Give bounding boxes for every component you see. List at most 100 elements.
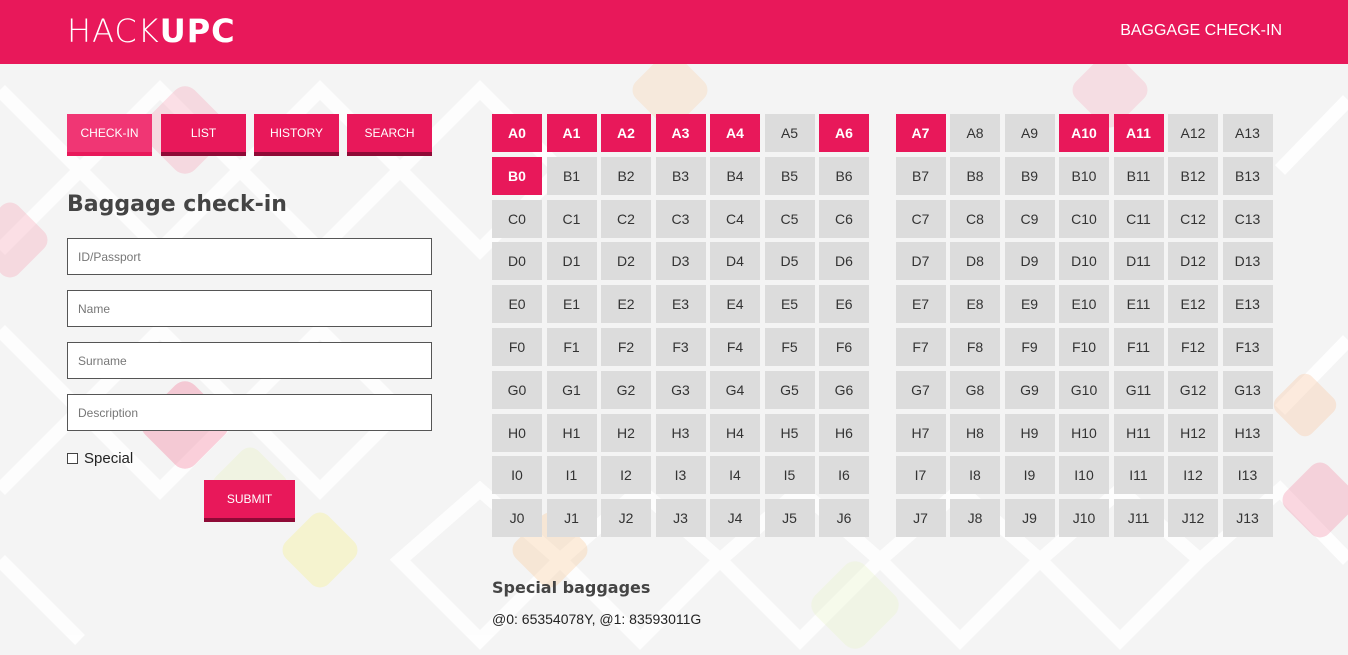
slot-a5[interactable]: A5 xyxy=(764,114,815,152)
hackupc-logo[interactable]: HACKUPC xyxy=(67,12,236,50)
slot-c6[interactable]: C6 xyxy=(819,199,869,238)
slot-g2[interactable]: G2 xyxy=(601,370,651,409)
slot-d2[interactable]: D2 xyxy=(601,242,651,281)
slot-e0[interactable]: E0 xyxy=(492,285,542,324)
slot-j3[interactable]: J3 xyxy=(655,499,706,538)
slot-e13[interactable]: E13 xyxy=(1222,285,1273,324)
slot-j11[interactable]: J11 xyxy=(1113,499,1164,538)
slot-g1[interactable]: G1 xyxy=(546,370,597,409)
slot-e9[interactable]: E9 xyxy=(1004,285,1055,324)
slot-b5[interactable]: B5 xyxy=(764,156,815,195)
name-input[interactable] xyxy=(67,290,432,327)
slot-j5[interactable]: J5 xyxy=(764,499,815,538)
slot-c11[interactable]: C11 xyxy=(1113,199,1164,238)
slot-e8[interactable]: E8 xyxy=(950,285,1000,324)
slot-f9[interactable]: F9 xyxy=(1004,328,1055,366)
tab-check-in[interactable]: CHECK-IN xyxy=(67,114,152,156)
slot-c1[interactable]: C1 xyxy=(546,199,597,238)
slot-i6[interactable]: I6 xyxy=(819,456,869,495)
slot-i3[interactable]: I3 xyxy=(655,456,706,495)
slot-e3[interactable]: E3 xyxy=(655,285,706,324)
slot-h1[interactable]: H1 xyxy=(546,413,597,452)
slot-h8[interactable]: H8 xyxy=(950,413,1000,452)
slot-e5[interactable]: E5 xyxy=(764,285,815,324)
slot-f8[interactable]: F8 xyxy=(950,328,1000,366)
slot-j2[interactable]: J2 xyxy=(601,499,651,538)
slot-g6[interactable]: G6 xyxy=(819,370,869,409)
slot-h13[interactable]: H13 xyxy=(1222,413,1273,452)
slot-e11[interactable]: E11 xyxy=(1113,285,1164,324)
slot-a9[interactable]: A9 xyxy=(1004,114,1055,152)
slot-i12[interactable]: I12 xyxy=(1168,456,1218,495)
slot-b0[interactable]: B0 xyxy=(492,156,542,195)
slot-j0[interactable]: J0 xyxy=(492,499,542,538)
slot-d6[interactable]: D6 xyxy=(819,242,869,281)
slot-d4[interactable]: D4 xyxy=(710,242,760,281)
slot-b4[interactable]: B4 xyxy=(710,156,760,195)
slot-c3[interactable]: C3 xyxy=(655,199,706,238)
slot-i1[interactable]: I1 xyxy=(546,456,597,495)
slot-g11[interactable]: G11 xyxy=(1113,370,1164,409)
slot-h10[interactable]: H10 xyxy=(1059,413,1109,452)
slot-i11[interactable]: I11 xyxy=(1113,456,1164,495)
slot-a2[interactable]: A2 xyxy=(601,114,651,152)
slot-b2[interactable]: B2 xyxy=(601,156,651,195)
slot-d1[interactable]: D1 xyxy=(546,242,597,281)
slot-f6[interactable]: F6 xyxy=(819,328,869,366)
slot-h9[interactable]: H9 xyxy=(1004,413,1055,452)
slot-d10[interactable]: D10 xyxy=(1059,242,1109,281)
slot-c12[interactable]: C12 xyxy=(1168,199,1218,238)
slot-e2[interactable]: E2 xyxy=(601,285,651,324)
slot-e6[interactable]: E6 xyxy=(819,285,869,324)
slot-f10[interactable]: F10 xyxy=(1059,328,1109,366)
slot-e10[interactable]: E10 xyxy=(1059,285,1109,324)
slot-j1[interactable]: J1 xyxy=(546,499,597,538)
slot-h5[interactable]: H5 xyxy=(764,413,815,452)
slot-a11[interactable]: A11 xyxy=(1113,114,1164,152)
slot-h7[interactable]: H7 xyxy=(895,413,946,452)
slot-g4[interactable]: G4 xyxy=(710,370,760,409)
slot-c9[interactable]: C9 xyxy=(1004,199,1055,238)
slot-e12[interactable]: E12 xyxy=(1168,285,1218,324)
id-passport-input[interactable] xyxy=(67,238,432,275)
slot-i8[interactable]: I8 xyxy=(950,456,1000,495)
slot-j6[interactable]: J6 xyxy=(819,499,869,538)
slot-f0[interactable]: F0 xyxy=(492,328,542,366)
slot-a7[interactable]: A7 xyxy=(895,114,946,152)
slot-a1[interactable]: A1 xyxy=(546,114,597,152)
slot-j9[interactable]: J9 xyxy=(1004,499,1055,538)
slot-a3[interactable]: A3 xyxy=(655,114,706,152)
slot-d8[interactable]: D8 xyxy=(950,242,1000,281)
slot-d5[interactable]: D5 xyxy=(764,242,815,281)
slot-b6[interactable]: B6 xyxy=(819,156,869,195)
slot-a12[interactable]: A12 xyxy=(1168,114,1218,152)
slot-f2[interactable]: F2 xyxy=(601,328,651,366)
slot-b10[interactable]: B10 xyxy=(1059,156,1109,195)
slot-b8[interactable]: B8 xyxy=(950,156,1000,195)
slot-h0[interactable]: H0 xyxy=(492,413,542,452)
tab-list[interactable]: LIST xyxy=(161,114,246,156)
slot-b9[interactable]: B9 xyxy=(1004,156,1055,195)
slot-e1[interactable]: E1 xyxy=(546,285,597,324)
slot-b3[interactable]: B3 xyxy=(655,156,706,195)
slot-d11[interactable]: D11 xyxy=(1113,242,1164,281)
slot-f5[interactable]: F5 xyxy=(764,328,815,366)
slot-g3[interactable]: G3 xyxy=(655,370,706,409)
slot-e7[interactable]: E7 xyxy=(895,285,946,324)
slot-c10[interactable]: C10 xyxy=(1059,199,1109,238)
slot-h11[interactable]: H11 xyxy=(1113,413,1164,452)
slot-g5[interactable]: G5 xyxy=(764,370,815,409)
slot-a0[interactable]: A0 xyxy=(492,114,542,152)
slot-b11[interactable]: B11 xyxy=(1113,156,1164,195)
slot-g10[interactable]: G10 xyxy=(1059,370,1109,409)
slot-g7[interactable]: G7 xyxy=(895,370,946,409)
slot-d7[interactable]: D7 xyxy=(895,242,946,281)
slot-g8[interactable]: G8 xyxy=(950,370,1000,409)
slot-h12[interactable]: H12 xyxy=(1168,413,1218,452)
slot-j4[interactable]: J4 xyxy=(710,499,760,538)
slot-a6[interactable]: A6 xyxy=(819,114,869,152)
slot-a4[interactable]: A4 xyxy=(710,114,760,152)
slot-j10[interactable]: J10 xyxy=(1059,499,1109,538)
slot-j12[interactable]: J12 xyxy=(1168,499,1218,538)
slot-d9[interactable]: D9 xyxy=(1004,242,1055,281)
